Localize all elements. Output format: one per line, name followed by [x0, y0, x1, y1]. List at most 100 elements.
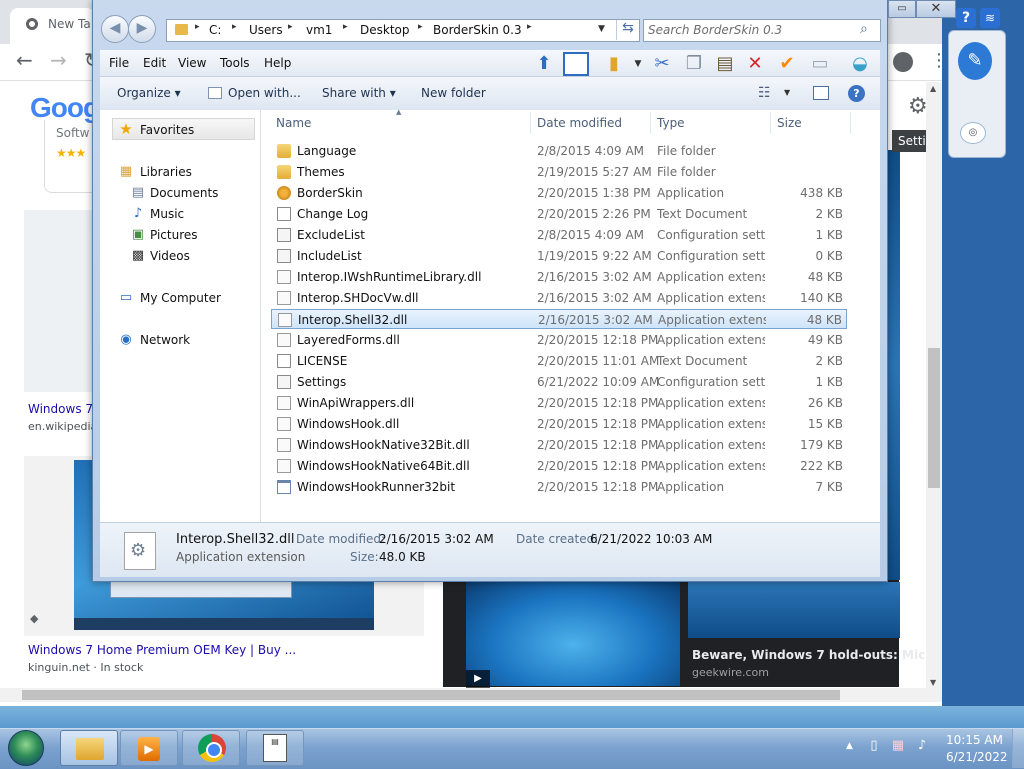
address-dropdown-icon[interactable]: ▼: [598, 24, 605, 34]
column-header-name[interactable]: Name: [276, 116, 311, 130]
toolbar-dropdown-icon[interactable]: ▼: [626, 52, 650, 76]
folder-options-icon[interactable]: ▮: [602, 52, 626, 76]
settings-gear-icon[interactable]: ⚙: [908, 94, 928, 119]
breadcrumb-separator-icon[interactable]: ▸: [343, 22, 348, 32]
menu-view[interactable]: View: [178, 56, 206, 70]
breadcrumb-separator-icon[interactable]: ▸: [195, 22, 200, 32]
network-status-icon[interactable]: ▦: [890, 738, 906, 754]
file-row[interactable]: Settings 6/21/2022 10:09 AM Configuration …: [271, 372, 847, 392]
new-folder-button[interactable]: New folder: [421, 86, 486, 100]
file-row[interactable]: WindowsHookNative32Bit.dll 2/20/2015 12:1…: [271, 435, 847, 455]
file-row[interactable]: Interop.SHDocVw.dll 2/16/2015 3:02 AM Appl…: [271, 288, 847, 308]
breadcrumb-separator-icon[interactable]: ▸: [418, 22, 423, 32]
paste-icon[interactable]: ▤: [713, 52, 737, 76]
nav-videos[interactable]: Videos: [150, 249, 190, 263]
nav-pictures[interactable]: Pictures: [150, 228, 198, 242]
column-header-type[interactable]: Type: [657, 116, 685, 130]
file-row[interactable]: WindowsHook.dll 2/20/2015 12:18 PM Applica…: [271, 414, 847, 434]
search-icon[interactable]: ⌕: [860, 21, 868, 37]
file-row[interactable]: WindowsHookRunner32bit 2/20/2015 12:18 PM…: [271, 477, 847, 497]
chrome-forward-icon[interactable]: →: [50, 50, 67, 70]
wrench-icon[interactable]: ✎: [958, 42, 992, 80]
file-row[interactable]: LICENSE 2/20/2015 11:01 AM Text Document 2 …: [271, 351, 847, 371]
breadcrumb-drive[interactable]: C:: [209, 23, 221, 37]
nav-favorites[interactable]: Favorites: [140, 123, 194, 137]
menu-edit[interactable]: Edit: [143, 56, 166, 70]
file-row[interactable]: Interop.Shell32.dll 2/16/2015 3:02 AM Appl…: [271, 309, 847, 329]
nav-music[interactable]: Music: [150, 207, 184, 221]
file-row[interactable]: LayeredForms.dll 2/20/2015 12:18 PM Applic…: [271, 330, 847, 350]
windows7-logo-image[interactable]: [466, 582, 680, 686]
copy-icon[interactable]: ❐: [682, 52, 706, 76]
scroll-up-icon[interactable]: ▲: [930, 84, 936, 93]
chrome-horizontal-scroll-thumb[interactable]: [22, 690, 840, 700]
properties-check-icon[interactable]: ✔: [775, 52, 799, 76]
column-header-size[interactable]: Size: [777, 116, 802, 130]
nav-documents[interactable]: Documents: [150, 186, 218, 200]
show-desktop-button[interactable]: [1012, 729, 1024, 768]
menu-tools[interactable]: Tools: [220, 56, 250, 70]
change-view-icon[interactable]: ☷: [758, 85, 771, 101]
panes-icon[interactable]: [563, 52, 589, 76]
image-thumbnail[interactable]: [24, 210, 94, 392]
chrome-tab-title[interactable]: New Ta: [48, 17, 91, 31]
breadcrumb-separator-icon[interactable]: ▸: [527, 22, 532, 32]
organize-button[interactable]: Organize ▾: [117, 86, 181, 100]
menu-help[interactable]: Help: [264, 56, 291, 70]
file-row[interactable]: ExcludeList 2/8/2015 4:09 AM Configuration…: [271, 225, 847, 245]
rss-icon[interactable]: ≋: [980, 8, 1000, 28]
file-row[interactable]: Language 2/8/2015 4:09 AM File folder: [271, 141, 847, 161]
share-with-button[interactable]: Share with ▾: [322, 86, 396, 100]
breadcrumb-users[interactable]: Users: [249, 23, 283, 37]
help-icon[interactable]: ?: [956, 8, 976, 28]
column-header-date-modified[interactable]: Date modified: [537, 116, 622, 130]
file-row[interactable]: Themes 2/19/2015 5:27 AM File folder: [271, 162, 847, 182]
file-row[interactable]: Interop.IWshRuntimeLibrary.dll 2/16/2015 …: [271, 267, 847, 287]
scroll-down-icon[interactable]: ▼: [930, 678, 936, 687]
view-dropdown-icon[interactable]: ▼: [784, 88, 790, 97]
play-icon[interactable]: ▶: [466, 670, 490, 688]
gadget-secondary-icon[interactable]: ◎: [960, 122, 986, 144]
cut-icon[interactable]: ✂: [650, 52, 674, 76]
image-result-title[interactable]: Windows 7: [28, 402, 92, 416]
help-icon[interactable]: ?: [848, 85, 865, 102]
show-hidden-icons-icon[interactable]: ▲: [846, 741, 853, 751]
close-button[interactable]: ✕: [916, 0, 956, 18]
clock-time[interactable]: 10:15 AM: [946, 733, 1003, 747]
nav-my-computer[interactable]: My Computer: [140, 291, 221, 305]
volume-icon[interactable]: ♪: [914, 738, 930, 754]
minimize-button[interactable]: ▭: [888, 0, 916, 18]
breadcrumb-desktop[interactable]: Desktop: [360, 23, 410, 37]
breadcrumb-separator-icon[interactable]: ▸: [288, 22, 293, 32]
breadcrumb-separator-icon[interactable]: ▸: [232, 22, 237, 32]
column-divider[interactable]: [850, 112, 851, 134]
breadcrumb-vm1[interactable]: vm1: [306, 23, 332, 37]
chrome-vertical-scroll-thumb[interactable]: [928, 348, 940, 488]
breadcrumb-current[interactable]: BorderSkin 0.3: [433, 23, 522, 37]
column-divider[interactable]: [530, 112, 531, 134]
chrome-back-icon[interactable]: ←: [16, 50, 33, 70]
menu-file[interactable]: File: [109, 56, 129, 70]
forward-button[interactable]: ▶: [128, 15, 156, 43]
preview-pane-icon[interactable]: [813, 86, 829, 100]
search-placeholder[interactable]: Search BorderSkin 0.3: [648, 23, 782, 37]
file-row[interactable]: WinApiWrappers.dll 2/20/2015 12:18 PM Appl…: [271, 393, 847, 413]
action-center-icon[interactable]: ▯: [866, 738, 882, 754]
back-button[interactable]: ◀: [101, 15, 129, 43]
windows7-ui-image[interactable]: [688, 582, 900, 638]
up-level-icon[interactable]: ⬆: [532, 52, 556, 76]
file-row[interactable]: IncludeList 1/19/2015 9:22 AM Configuratio…: [271, 246, 847, 266]
rename-icon[interactable]: ▭: [808, 52, 832, 76]
shell-icon[interactable]: ◒: [848, 52, 872, 76]
nav-network[interactable]: Network: [140, 333, 190, 347]
open-with-button[interactable]: Open with...: [228, 86, 301, 100]
file-row[interactable]: WindowsHookNative64Bit.dll 2/20/2015 12:1…: [271, 456, 847, 476]
chrome-profile-icon[interactable]: [893, 52, 913, 72]
column-divider[interactable]: [650, 112, 651, 134]
delete-icon[interactable]: ✕: [743, 52, 767, 76]
column-divider[interactable]: [770, 112, 771, 134]
file-row[interactable]: BorderSkin 2/20/2015 1:38 PM Application 43…: [271, 183, 847, 203]
image-result-title[interactable]: Windows 7 Home Premium OEM Key | Buy ...: [28, 643, 296, 657]
nav-libraries[interactable]: Libraries: [140, 165, 192, 179]
clock-date[interactable]: 6/21/2022: [946, 750, 1008, 764]
